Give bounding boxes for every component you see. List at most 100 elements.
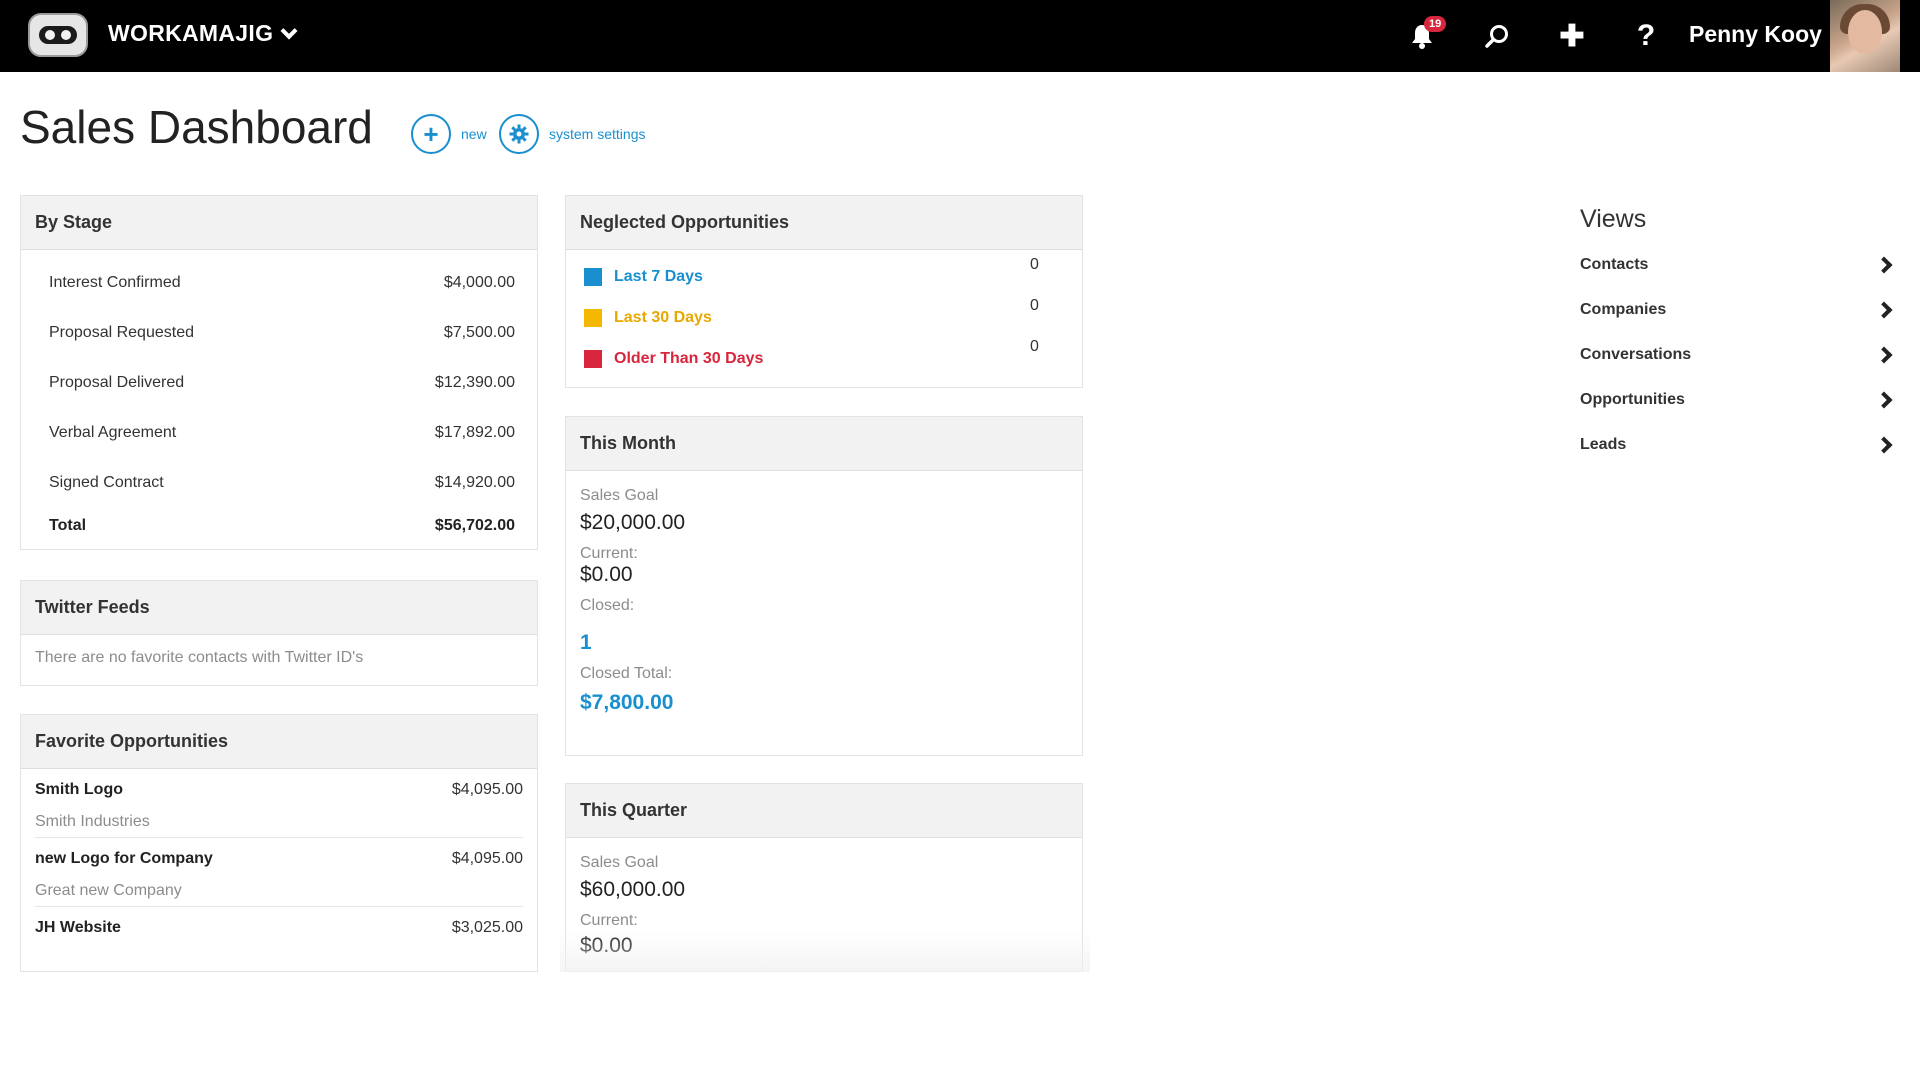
opportunity-amount: $3,025.00	[451, 919, 523, 936]
neglected-count: 0	[1030, 297, 1039, 314]
stage-label: Signed Contract	[49, 474, 164, 491]
this-month-title: This Month	[566, 417, 1082, 471]
search-icon	[1485, 25, 1508, 48]
avatar-face	[1848, 10, 1882, 54]
legend-swatch-red	[584, 349, 602, 368]
closed-label: Closed:	[580, 597, 635, 614]
notification-count-badge: 19	[1424, 16, 1447, 32]
favorite-opportunity-header: new Logo for Company $4,095.00	[35, 850, 523, 868]
neglected-row-last-30-days[interactable]: Last 30 Days 0	[566, 297, 1082, 338]
add-button[interactable]: ✚	[1554, 18, 1590, 54]
neglected-row-older-than-30-days[interactable]: Older Than 30 Days 0	[566, 338, 1082, 379]
chevron-right-icon	[1875, 436, 1893, 454]
view-label: Contacts	[1580, 256, 1649, 273]
current-value: $0.00	[580, 563, 633, 586]
stage-label: Interest Confirmed	[49, 274, 181, 291]
favorite-opportunity-header: Smith Logo $4,095.00	[35, 781, 523, 799]
legend-swatch-yellow	[584, 308, 602, 327]
view-label: Opportunities	[1580, 391, 1685, 408]
gear-icon	[499, 114, 539, 154]
app-switcher[interactable]: WORKAMAJIG	[108, 20, 298, 47]
legend-swatch-blue	[584, 267, 602, 286]
chevron-right-icon	[1875, 301, 1893, 319]
stage-label: Verbal Agreement	[49, 424, 177, 441]
stage-value: $12,390.00	[434, 374, 515, 391]
favorite-opportunity-header: JH Website $3,025.00	[35, 919, 523, 937]
view-label: Conversations	[1580, 346, 1692, 363]
view-link-companies[interactable]: Companies	[1580, 295, 1900, 325]
user-menu[interactable]: Penny Kooy	[1689, 21, 1822, 48]
favorite-opportunities-title: Favorite Opportunities	[21, 715, 537, 769]
new-label: new	[461, 126, 487, 142]
opportunity-name: JH Website	[35, 919, 121, 936]
stage-row[interactable]: Proposal Delivered $12,390.00	[21, 358, 537, 408]
view-label: Companies	[1580, 301, 1667, 318]
twitter-feeds-panel: Twitter Feeds There are no favorite cont…	[20, 580, 538, 686]
stage-row[interactable]: Proposal Requested $7,500.00	[21, 308, 537, 358]
view-link-conversations[interactable]: Conversations	[1580, 340, 1900, 370]
app-name: WORKAMAJIG	[108, 20, 274, 46]
this-month-stats: Sales Goal $20,000.00 Current: $0.00 Clo…	[566, 471, 1082, 715]
stage-value: $7,500.00	[443, 324, 515, 341]
sales-goal-label: Sales Goal	[580, 487, 659, 504]
opportunity-amount: $4,095.00	[451, 781, 523, 798]
gear-svg	[509, 124, 529, 144]
chevron-right-icon	[1875, 391, 1893, 409]
favorite-opportunity-item[interactable]: new Logo for Company $4,095.00 Great new…	[35, 838, 523, 907]
this-quarter-title: This Quarter	[566, 784, 1082, 838]
view-link-leads[interactable]: Leads	[1580, 430, 1900, 460]
this-quarter-stats: Sales Goal $60,000.00 Current: $0.00	[566, 838, 1082, 958]
view-link-contacts[interactable]: Contacts	[1580, 250, 1900, 280]
by-stage-list: Interest Confirmed $4,000.00 Proposal Re…	[21, 250, 537, 544]
neglected-label: Last 30 Days	[614, 308, 712, 326]
chevron-right-icon	[1875, 346, 1893, 364]
search-button[interactable]	[1479, 18, 1515, 54]
stage-value: $4,000.00	[443, 274, 515, 291]
stage-row[interactable]: Signed Contract $14,920.00	[21, 458, 537, 508]
stage-label: Proposal Delivered	[49, 374, 185, 391]
system-settings-button[interactable]: system settings	[499, 114, 645, 154]
notifications-button[interactable]: 19	[1404, 16, 1447, 54]
neglected-opportunities-panel: Neglected Opportunities Last 7 Days 0 La…	[565, 195, 1083, 388]
opportunity-amount: $4,095.00	[451, 850, 523, 867]
current-label: Current:	[580, 545, 638, 562]
help-button[interactable]: ?	[1628, 18, 1664, 54]
plus-icon: ✚	[1559, 19, 1585, 53]
new-button[interactable]: + new	[411, 114, 487, 154]
current-value: $0.00	[580, 934, 633, 957]
total-value: $56,702.00	[434, 517, 515, 534]
top-navigation-bar: WORKAMAJIG 19 ✚ ? Penny Kooy	[0, 0, 1920, 72]
closed-count-link[interactable]: 1	[580, 631, 1068, 655]
opportunity-company: Smith Industries	[35, 813, 150, 830]
avatar[interactable]	[1830, 0, 1900, 72]
stage-row[interactable]: Interest Confirmed $4,000.00	[21, 258, 537, 308]
neglected-label: Last 7 Days	[614, 267, 703, 285]
neglected-opportunities-title: Neglected Opportunities	[566, 196, 1082, 250]
workamajig-logo[interactable]	[28, 13, 88, 57]
by-stage-title: By Stage	[21, 196, 537, 250]
logo-face	[39, 26, 77, 44]
views-title: Views	[1580, 205, 1647, 233]
question-mark-icon: ?	[1636, 19, 1656, 52]
opportunity-name: Smith Logo	[35, 781, 123, 798]
this-quarter-panel: This Quarter Sales Goal $60,000.00 Curre…	[565, 783, 1083, 972]
view-link-opportunities[interactable]: Opportunities	[1580, 385, 1900, 415]
current-label: Current:	[580, 912, 638, 929]
logo-eye-left	[45, 30, 55, 40]
plus-circle-icon: +	[411, 114, 451, 154]
this-month-panel: This Month Sales Goal $20,000.00 Current…	[565, 416, 1083, 756]
closed-total-link[interactable]: $7,800.00	[580, 691, 1068, 715]
system-settings-label: system settings	[549, 126, 646, 142]
favorite-opportunity-item[interactable]: Smith Logo $4,095.00 Smith Industries	[35, 769, 523, 838]
stage-value: $14,920.00	[434, 474, 515, 491]
neglected-row-last-7-days[interactable]: Last 7 Days 0	[566, 256, 1082, 297]
stage-row[interactable]: Verbal Agreement $17,892.00	[21, 408, 537, 458]
sales-goal-value: $60,000.00	[580, 878, 686, 901]
twitter-empty-message: There are no favorite contacts with Twit…	[35, 649, 364, 666]
page-title: Sales Dashboard	[20, 101, 373, 153]
stage-value: $17,892.00	[434, 424, 515, 441]
opportunity-company: Great new Company	[35, 882, 182, 899]
neglected-label: Older Than 30 Days	[614, 349, 764, 367]
neglected-count: 0	[1030, 256, 1039, 273]
favorite-opportunity-item[interactable]: JH Website $3,025.00	[35, 907, 523, 957]
